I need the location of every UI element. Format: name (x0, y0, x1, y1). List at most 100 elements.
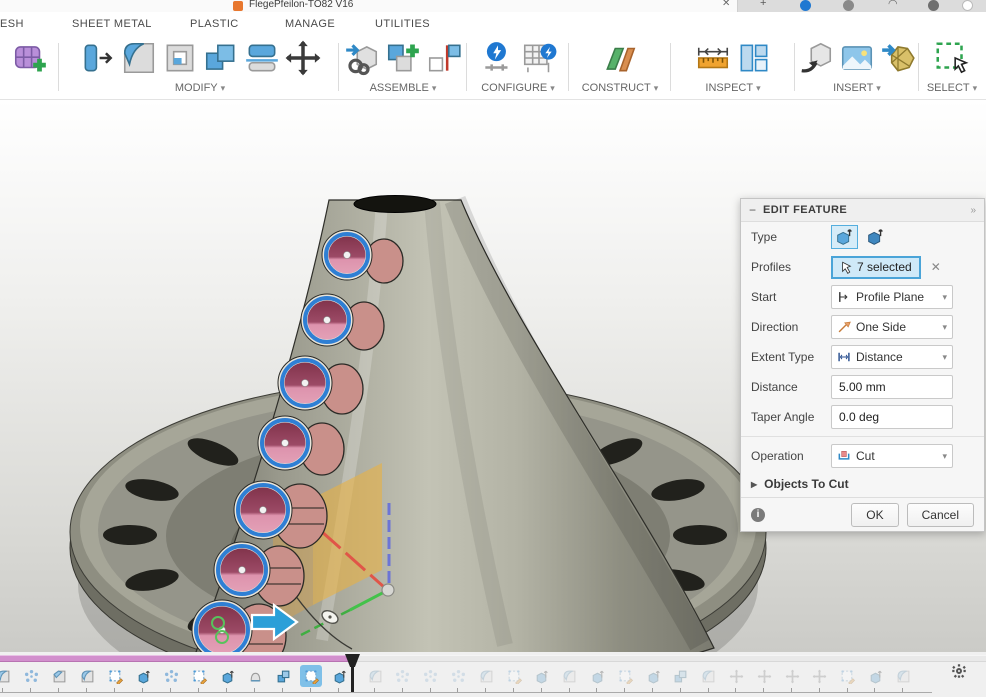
group-label[interactable]: ASSEMBLE (370, 82, 437, 94)
timeline-feature-combine-suppressed[interactable] (670, 665, 692, 687)
collapse-icon[interactable]: − (749, 203, 756, 217)
insert-component-icon[interactable] (343, 39, 381, 77)
timeline-feature-extrude[interactable] (132, 665, 154, 687)
timeline-feature-fillet-suppressed[interactable] (364, 665, 386, 687)
select-window-icon[interactable] (933, 39, 971, 77)
timeline-feature-circular-pattern[interactable] (20, 665, 42, 687)
group-label[interactable]: MODIFY (175, 82, 225, 94)
joint-icon[interactable] (425, 39, 463, 77)
split-body-icon[interactable] (243, 39, 281, 77)
timeline-feature-sketch[interactable] (300, 665, 322, 687)
help-icon[interactable] (928, 0, 939, 11)
extent-dropdown[interactable]: Distance ▾ (831, 345, 953, 369)
profile-center-point[interactable] (260, 507, 267, 514)
origin-handle[interactable] (382, 584, 394, 596)
move-icon[interactable] (284, 39, 322, 77)
expand-icon[interactable]: » (970, 205, 976, 216)
profiles-selection-chip[interactable]: 7 selected (831, 256, 921, 279)
fillet-icon[interactable] (120, 39, 158, 77)
timeline-feature-move-suppressed[interactable] (753, 665, 775, 687)
canvas-icon[interactable] (838, 39, 876, 77)
timeline-feature-fillet-suppressed[interactable] (892, 665, 914, 687)
start-dropdown[interactable]: Profile Plane ▾ (831, 285, 953, 309)
derive-icon[interactable] (797, 39, 835, 77)
group-label[interactable]: CONSTRUCT (582, 82, 659, 94)
timeline-feature-extrude-suppressed[interactable] (586, 665, 608, 687)
direction-dropdown[interactable]: One Side ▾ (831, 315, 953, 339)
clear-selection-icon[interactable]: ✕ (931, 260, 941, 274)
timeline-feature-circular-pattern[interactable] (160, 665, 182, 687)
timeline-feature-fillet-suppressed[interactable] (475, 665, 497, 687)
timeline-feature-fillet[interactable] (0, 665, 14, 687)
timeline-feature-move-suppressed[interactable] (781, 665, 803, 687)
ribbon-tab-manage[interactable]: MANAGE (285, 18, 335, 30)
combine-icon[interactable] (202, 39, 240, 77)
ribbon-tab-plastic[interactable]: PLASTIC (190, 18, 239, 30)
timeline-feature-sketch-suppressed[interactable] (503, 665, 525, 687)
timeline-feature-circular-pattern-suppressed[interactable] (420, 665, 442, 687)
group-label[interactable]: INSPECT (705, 82, 760, 94)
timeline-feature-combine[interactable] (272, 665, 294, 687)
timeline-feature-sketch[interactable] (188, 665, 210, 687)
timeline-feature-circular-pattern-suppressed[interactable] (392, 665, 414, 687)
timeline-feature-sketch-suppressed[interactable] (837, 665, 859, 687)
construct-plane-icon[interactable] (601, 39, 639, 77)
new-tab-icon[interactable]: + (760, 0, 766, 9)
measure-icon[interactable] (694, 39, 732, 77)
dialog-header[interactable]: − EDIT FEATURE » (741, 199, 984, 222)
notifications-icon[interactable]: ◠ (888, 0, 898, 10)
profile-center-point[interactable] (282, 440, 289, 447)
timeline-feature-move-suppressed[interactable] (725, 665, 747, 687)
group-label[interactable]: SELECT (927, 82, 977, 94)
profile-center-point[interactable] (344, 252, 351, 259)
timeline-bar-rest[interactable] (352, 655, 986, 662)
timeline-feature-extrude-suppressed[interactable] (531, 665, 553, 687)
tab-close-icon[interactable]: ✕ (722, 0, 730, 9)
type-extrude-button[interactable] (831, 225, 858, 249)
timeline-group-bar[interactable] (0, 655, 352, 662)
timeline-feature-sketch-suppressed[interactable] (614, 665, 636, 687)
timeline-feature-move-suppressed[interactable] (809, 665, 831, 687)
configure-icon[interactable] (479, 39, 517, 77)
timeline-settings-gear-icon[interactable] (950, 662, 968, 685)
timeline-feature-fillet-suppressed[interactable] (698, 665, 720, 687)
ribbon-tab-utilities[interactable]: UTILITIES (375, 18, 430, 30)
document-tab[interactable]: FlegePfeilon-TO82 V16 ✕ (0, 0, 738, 12)
press-pull-icon[interactable] (79, 39, 117, 77)
timeline-feature-extrude-suppressed[interactable] (642, 665, 664, 687)
timeline-feature-chamfer[interactable] (48, 665, 70, 687)
section-analysis-icon[interactable] (735, 39, 773, 77)
timeline-feature-extrude[interactable] (328, 665, 350, 687)
info-icon[interactable]: i (751, 508, 765, 522)
user-icon[interactable] (843, 0, 854, 11)
configuration-table-icon[interactable] (520, 39, 558, 77)
type-thin-extrude-button[interactable] (862, 225, 889, 249)
timeline-feature-revolve[interactable] (244, 665, 266, 687)
ribbon-tab-sheet-metal[interactable]: SHEET METAL (72, 18, 152, 30)
new-component-icon[interactable] (384, 39, 422, 77)
timeline-feature-fillet-suppressed[interactable] (559, 665, 581, 687)
ok-button[interactable]: OK (851, 503, 898, 527)
mesh-create-icon[interactable] (11, 39, 49, 77)
operation-label: Operation (751, 449, 831, 463)
objects-to-cut-expander[interactable]: ▶ Objects To Cut (741, 471, 984, 497)
timeline-feature-sketch[interactable] (104, 665, 126, 687)
cancel-button[interactable]: Cancel (907, 503, 974, 527)
taper-field[interactable]: 0.0 deg (831, 405, 953, 429)
profile-center-point[interactable] (239, 567, 246, 574)
operation-dropdown[interactable]: Cut ▾ (831, 444, 953, 468)
timeline-feature-extrude[interactable] (216, 665, 238, 687)
insert-mesh-icon[interactable] (879, 39, 917, 77)
ribbon-tab-esh[interactable]: ESH (0, 18, 24, 30)
profile-center-point[interactable] (302, 380, 309, 387)
timeline-feature-extrude-suppressed[interactable] (864, 665, 886, 687)
extension-icon[interactable] (800, 0, 811, 11)
distance-field[interactable]: 5.00 mm (831, 375, 953, 399)
timeline-feature-fillet[interactable] (76, 665, 98, 687)
group-label[interactable]: CONFIGURE (481, 82, 555, 94)
timeline-feature-circular-pattern-suppressed[interactable] (447, 665, 469, 687)
group-label[interactable]: INSERT (833, 82, 881, 94)
shell-icon[interactable] (161, 39, 199, 77)
avatar-icon[interactable] (962, 0, 973, 11)
profile-center-point[interactable] (324, 317, 331, 324)
